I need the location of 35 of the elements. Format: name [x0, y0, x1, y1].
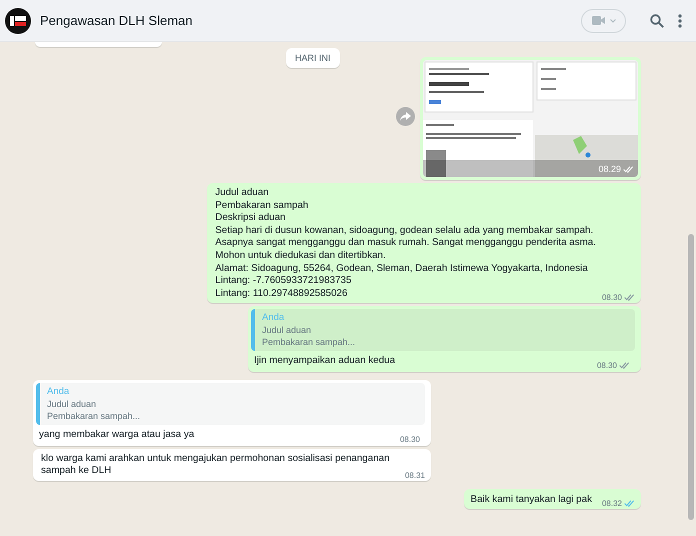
double-check-icon [619, 362, 630, 369]
date-chip: HARI INI [286, 48, 340, 68]
message-time: 08.31 [404, 470, 425, 480]
message-time: 08.29 [598, 164, 621, 174]
quote-text: Pembakaran sampah... [47, 410, 142, 421]
video-camera-icon [592, 16, 604, 25]
menu-icon [678, 14, 682, 28]
search-icon [650, 14, 664, 28]
chevron-down-icon [610, 18, 616, 22]
video-call-button[interactable] [581, 8, 626, 32]
message-text: Baik kami tanyakan lagi pak [470, 494, 592, 506]
double-check-icon [624, 500, 635, 508]
quote-text: Judul aduan [262, 325, 312, 336]
quote-author: Anda [262, 312, 286, 324]
message-text: Judul aduan Pembakaran sampah Deskripsi aduan Setiap hari di dusun kowanan, sidoagung, godean selalu ada yang membakar sampah. Asapnya sangat mengganggu dan masuk rumah. Sangat mengganggu penderita asma. Mohon untuk diedukasi dan ditertibkan. Alamat: Sidoagung, 55264, Godean, Sleman, Daerah Istimewa Yogyakarta, Indonesia Lintang: -7.7605933721983735 Lintang: 110.29748892585026 [215, 187, 596, 300]
quote-text: Judul aduan [47, 398, 98, 409]
message-time: 08.32 [602, 499, 622, 508]
message-time: 08.30 [596, 360, 617, 370]
menu-button[interactable] [676, 12, 684, 30]
chat-title: Pengawasan DLH Sleman [40, 13, 194, 28]
logo-icon [5, 8, 31, 34]
quote-text: Pembakaran sampah... [262, 337, 356, 348]
message-text: Ijin menyampaikan aduan kedua [254, 355, 396, 368]
message-text: klo warga kami arahkan untuk mengajukan permohonan sosialisasi penanganan sampah ke DLH [41, 452, 391, 478]
quote-author: Anda [47, 386, 70, 397]
forward-arrow-icon [400, 112, 411, 121]
forward-button[interactable] [396, 107, 415, 126]
message-text: yang membakar warga atau jasa ya [39, 428, 196, 442]
quoted-message[interactable]: Anda Judul aduan Pembakaran sampah... [251, 309, 635, 352]
double-check-icon [623, 166, 634, 172]
message-time: 08.30 [400, 434, 420, 444]
message-time: 08.30 [602, 293, 622, 302]
double-check-icon [624, 294, 635, 302]
quoted-message[interactable]: Anda Judul aduan Pembakaran sampah... [36, 382, 425, 425]
search-button[interactable] [648, 12, 666, 30]
